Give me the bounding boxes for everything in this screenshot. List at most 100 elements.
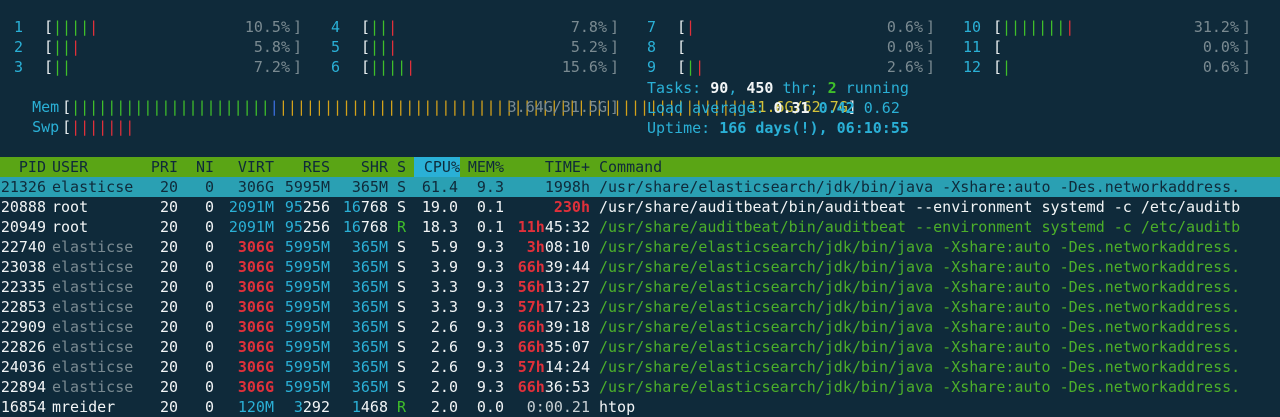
cpu-meter-12: 12 [| 0.6%] [963, 57, 1251, 77]
process-row[interactable]: 24036 elasticse 20 0 306G 5995M 365M S 2.6 9.3 57h… [0, 357, 1280, 377]
col-res[interactable]: RES [280, 157, 330, 177]
cpu-percent: 7.8% [570, 18, 607, 36]
process-row[interactable]: 20949 root 20 0 2091M 95256 16768 R 18.3 0.1 11h45… [0, 217, 1280, 237]
cpu-number: 7 [647, 18, 657, 36]
process-row[interactable]: 22826 elasticse 20 0 306G 5995M 365M S 2.6 9.3 66h… [0, 337, 1280, 357]
col-state[interactable]: S [397, 157, 406, 177]
meter-open: [ [361, 18, 371, 36]
col-mem[interactable]: MEM% [462, 157, 504, 177]
process-row[interactable]: 16854 mreider 20 0 120M 3292 1468 R 2.0 0.0 0:00.2… [0, 397, 1280, 417]
process-row[interactable]: 22894 elasticse 20 0 306G 5995M 365M S 2.0 9.3 66h… [0, 377, 1280, 397]
meter-open: [ [677, 38, 687, 56]
meter-close: ] [925, 38, 935, 56]
cell-mem: 9.3 [476, 298, 504, 316]
cpu-bar: | [1065, 18, 1075, 36]
cpu-meter-5: 5 [||| 5.2%] [331, 37, 619, 57]
col-command[interactable]: Command [599, 157, 662, 177]
cell-shr: 365M [351, 338, 388, 356]
process-row[interactable]: 22740 elasticse 20 0 306G 5995M 365M S 5.9 9.3 3h0… [0, 237, 1280, 257]
cell-res: 3292 [293, 398, 330, 416]
process-row[interactable]: 22853 elasticse 20 0 306G 5995M 365M S 3.3 9.3 57h… [0, 297, 1280, 317]
cell-virt: 306G [237, 278, 274, 296]
cell-ni: 0 [204, 178, 214, 196]
col-cpu[interactable]: CPU% [414, 157, 460, 177]
running-label: running [836, 79, 909, 97]
col-pri[interactable]: PRI [138, 157, 178, 177]
process-row[interactable]: 22335 elasticse 20 0 306G 5995M 365M S 3.3 9.3 56h… [0, 277, 1280, 297]
cpu-percent: 31.2% [1193, 18, 1239, 36]
cpu-number: 5 [331, 38, 341, 56]
cell-cmd: /usr/share/elasticsearch/jdk/bin/java -X… [599, 378, 1241, 396]
process-row[interactable]: 22909 elasticse 20 0 306G 5995M 365M S 2.6 9.3 66h… [0, 317, 1280, 337]
cpu-meter-2: 2 [||| 5.8%] [14, 37, 302, 57]
col-shr[interactable]: SHR [334, 157, 388, 177]
cpu-bar: || [53, 58, 72, 76]
cell-time: 57h14:24 [517, 358, 590, 376]
cpu-number: 3 [14, 58, 24, 76]
cell-s: S [397, 298, 407, 316]
cell-user: elasticse [52, 338, 134, 356]
mem-meter: Mem [||||||||||||||||||||||||||||||||||||… [32, 98, 857, 116]
cell-time: 57h17:23 [517, 298, 590, 316]
cell-cpu: 2.0 [430, 378, 458, 396]
cpu-meter-1: 1 [||||| 10.5%] [14, 17, 302, 37]
cell-pid: 24036 [0, 358, 46, 376]
cell-virt: 306G [237, 258, 274, 276]
load-line: Load average: 0.31 0.42 0.62 [647, 98, 900, 118]
cpu-meter-6: 6 [||||| 15.6%] [331, 57, 619, 77]
uptime-label: Uptime: [647, 119, 720, 137]
cpu-bar: | [695, 58, 705, 76]
cell-mem: 9.3 [476, 278, 504, 296]
cell-shr: 365M [351, 258, 388, 276]
cell-pri: 20 [159, 218, 178, 236]
cell-time: 3h08:10 [526, 238, 590, 256]
process-row[interactable]: 20888 root 20 0 2091M 95256 16768 S 19.0 0.1 230h /… [0, 197, 1280, 217]
cell-ni: 0 [204, 338, 214, 356]
cell-cpu: 18.3 [421, 218, 458, 236]
cell-cpu: 2.6 [430, 358, 458, 376]
cell-shr: 1468 [351, 398, 388, 416]
meter-open: [ [993, 58, 1003, 76]
cpu-bar: || [370, 38, 389, 56]
cell-s: S [397, 258, 407, 276]
cell-ni: 0 [204, 278, 214, 296]
meter-close: ] [925, 18, 935, 36]
cpu-percent: 0.6% [1202, 58, 1239, 76]
cpu-percent: 5.8% [253, 38, 290, 56]
cell-time: 56h13:27 [517, 278, 590, 296]
cell-time: 230h [553, 198, 590, 216]
cell-time: 66h39:44 [517, 258, 590, 276]
cpu-number: 4 [331, 18, 341, 36]
running-count: 2 [827, 79, 837, 97]
cell-pri: 20 [159, 398, 178, 416]
meter-close: ] [1241, 58, 1251, 76]
cell-pid: 22335 [0, 278, 46, 296]
col-virt[interactable]: VIRT [218, 157, 274, 177]
cpu-bar: | [406, 58, 416, 76]
cell-cmd: /usr/share/elasticsearch/jdk/bin/java -X… [599, 338, 1241, 356]
cell-mem: 0.1 [476, 198, 504, 216]
cell-res: 5995M [284, 278, 330, 296]
col-time[interactable]: TIME+ [504, 157, 590, 177]
cell-mem: 9.3 [476, 378, 504, 396]
cpu-percent: 15.6% [561, 58, 607, 76]
cell-pid: 22740 [0, 238, 46, 256]
col-pid[interactable]: PID [0, 157, 46, 177]
swp-label: Swp [32, 118, 60, 136]
cell-time: 1998h [544, 178, 590, 196]
cell-virt: 2091M [228, 218, 274, 236]
process-row[interactable]: 21326 elasticse 20 0 306G 5995M 365M S 61.4 9.3 19… [0, 177, 1280, 197]
col-ni[interactable]: NI [182, 157, 214, 177]
cell-ni: 0 [204, 238, 214, 256]
cell-cpu: 3.9 [430, 258, 458, 276]
cpu-meter-7: 7 [| 0.6%] [647, 17, 935, 37]
cell-virt: 306G [237, 378, 274, 396]
col-user[interactable]: USER [52, 157, 88, 177]
cell-cpu: 2.6 [430, 318, 458, 336]
cpu-bar: |||| [53, 18, 90, 36]
load-label: Load average: [647, 99, 774, 117]
cell-res: 5995M [284, 358, 330, 376]
cpu-number: 11 [963, 38, 982, 56]
cell-time: 66h36:53 [517, 378, 590, 396]
process-row[interactable]: 23038 elasticse 20 0 306G 5995M 365M S 3.9 9.3 66h… [0, 257, 1280, 277]
